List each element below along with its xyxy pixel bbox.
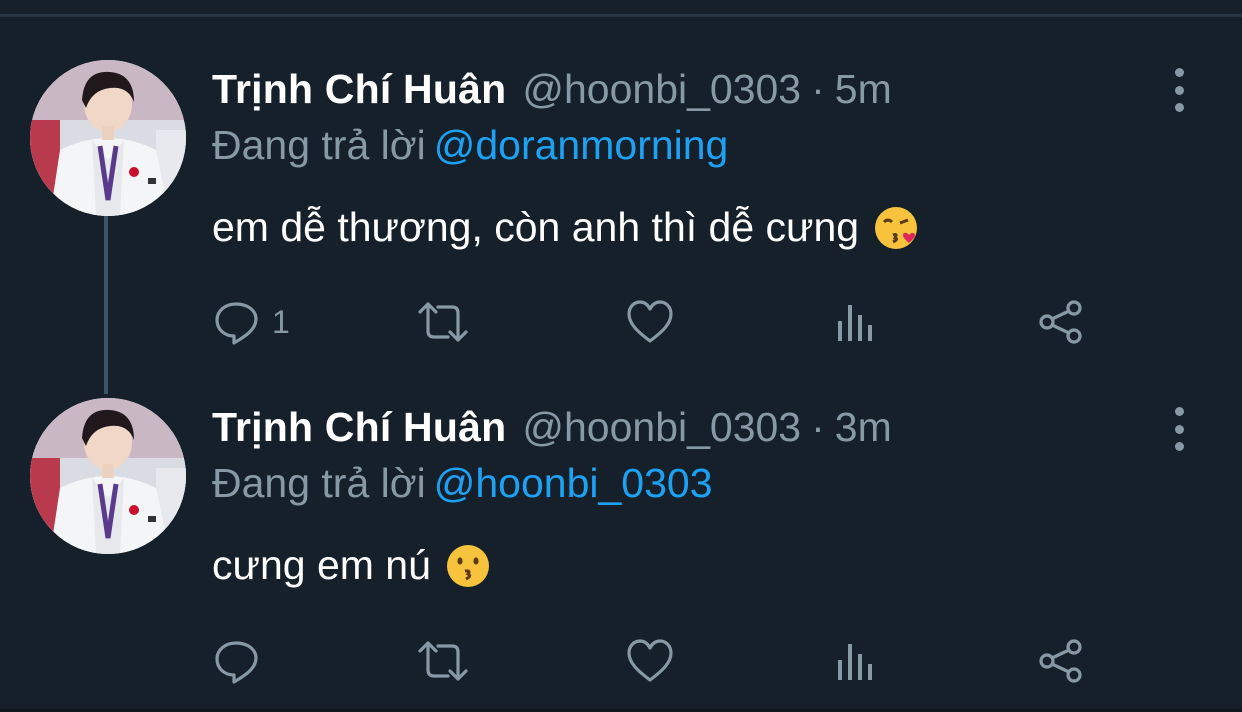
display-name[interactable]: Trịnh Chí Huân [212,404,506,451]
username[interactable]: @hoonbi_0303 [522,66,801,113]
separator: · [811,404,825,450]
tweet-1[interactable]: Trịnh Chí Huân @hoonbi_0303 · 5m Đang tr… [0,0,1242,345]
retweet-icon [418,641,468,681]
ellipsis-dot [1174,424,1184,434]
bar-chart-icon [838,305,872,341]
vertical-ellipsis-icon [1174,407,1184,416]
display-name[interactable]: Trịnh Chí Huân [212,66,506,113]
bar-chart-icon [838,644,872,680]
replying-to: Đang trả lời @doranmorning [212,122,728,169]
avatar[interactable] [30,398,186,554]
vertical-ellipsis-icon [1174,68,1184,77]
reply-count: 1 [272,303,290,340]
ellipsis-dot [1174,85,1184,95]
tweet-text-content: cưng em nú [212,542,431,588]
replying-to: Đang trả lời @hoonbi_0303 [212,460,713,507]
mention-link[interactable]: @doranmorning [434,122,729,168]
reply-button[interactable] [214,636,272,686]
like-button[interactable] [626,636,674,686]
face-blowing-a-kiss-icon [873,205,919,251]
share-button[interactable] [1038,636,1084,686]
tweet-text: em dễ thương, còn anh thì dễ cưng [212,204,919,251]
speech-bubble-icon [215,641,258,684]
more-options-button[interactable] [1166,407,1192,451]
replying-to-label: Đang trả lời [212,122,426,168]
retweet-button[interactable] [416,636,470,686]
tweet-text-content: em dễ thương, còn anh thì dễ cưng [212,204,860,250]
kissing-face-icon [445,543,491,589]
separator: · [811,66,825,112]
retweet-icon [418,302,468,342]
replying-to-label: Đang trả lời [212,460,426,506]
timestamp[interactable]: 5m [835,66,892,113]
share-icon [1039,639,1082,683]
ellipsis-dot [1174,103,1184,112]
speech-bubble-icon [215,302,258,345]
ellipsis-dot [1174,442,1184,451]
share-icon [1039,300,1082,344]
analytics-button[interactable] [836,636,876,686]
tweet-actions [0,636,1242,686]
timestamp[interactable]: 3m [835,404,892,451]
tweet-header: Trịnh Chí Huân @hoonbi_0303 · 5m [212,66,892,114]
avatar[interactable] [30,60,186,216]
mention-link[interactable]: @hoonbi_0303 [434,460,713,506]
heart-icon [627,639,673,682]
tweet-header: Trịnh Chí Huân @hoonbi_0303 · 3m [212,404,892,452]
tweet-2[interactable]: Trịnh Chí Huân @hoonbi_0303 · 3m Đang tr… [0,340,1242,684]
more-options-button[interactable] [1166,68,1192,112]
tweet-text: cưng em nú [212,542,491,589]
heart-icon [627,300,673,343]
username[interactable]: @hoonbi_0303 [522,404,801,451]
